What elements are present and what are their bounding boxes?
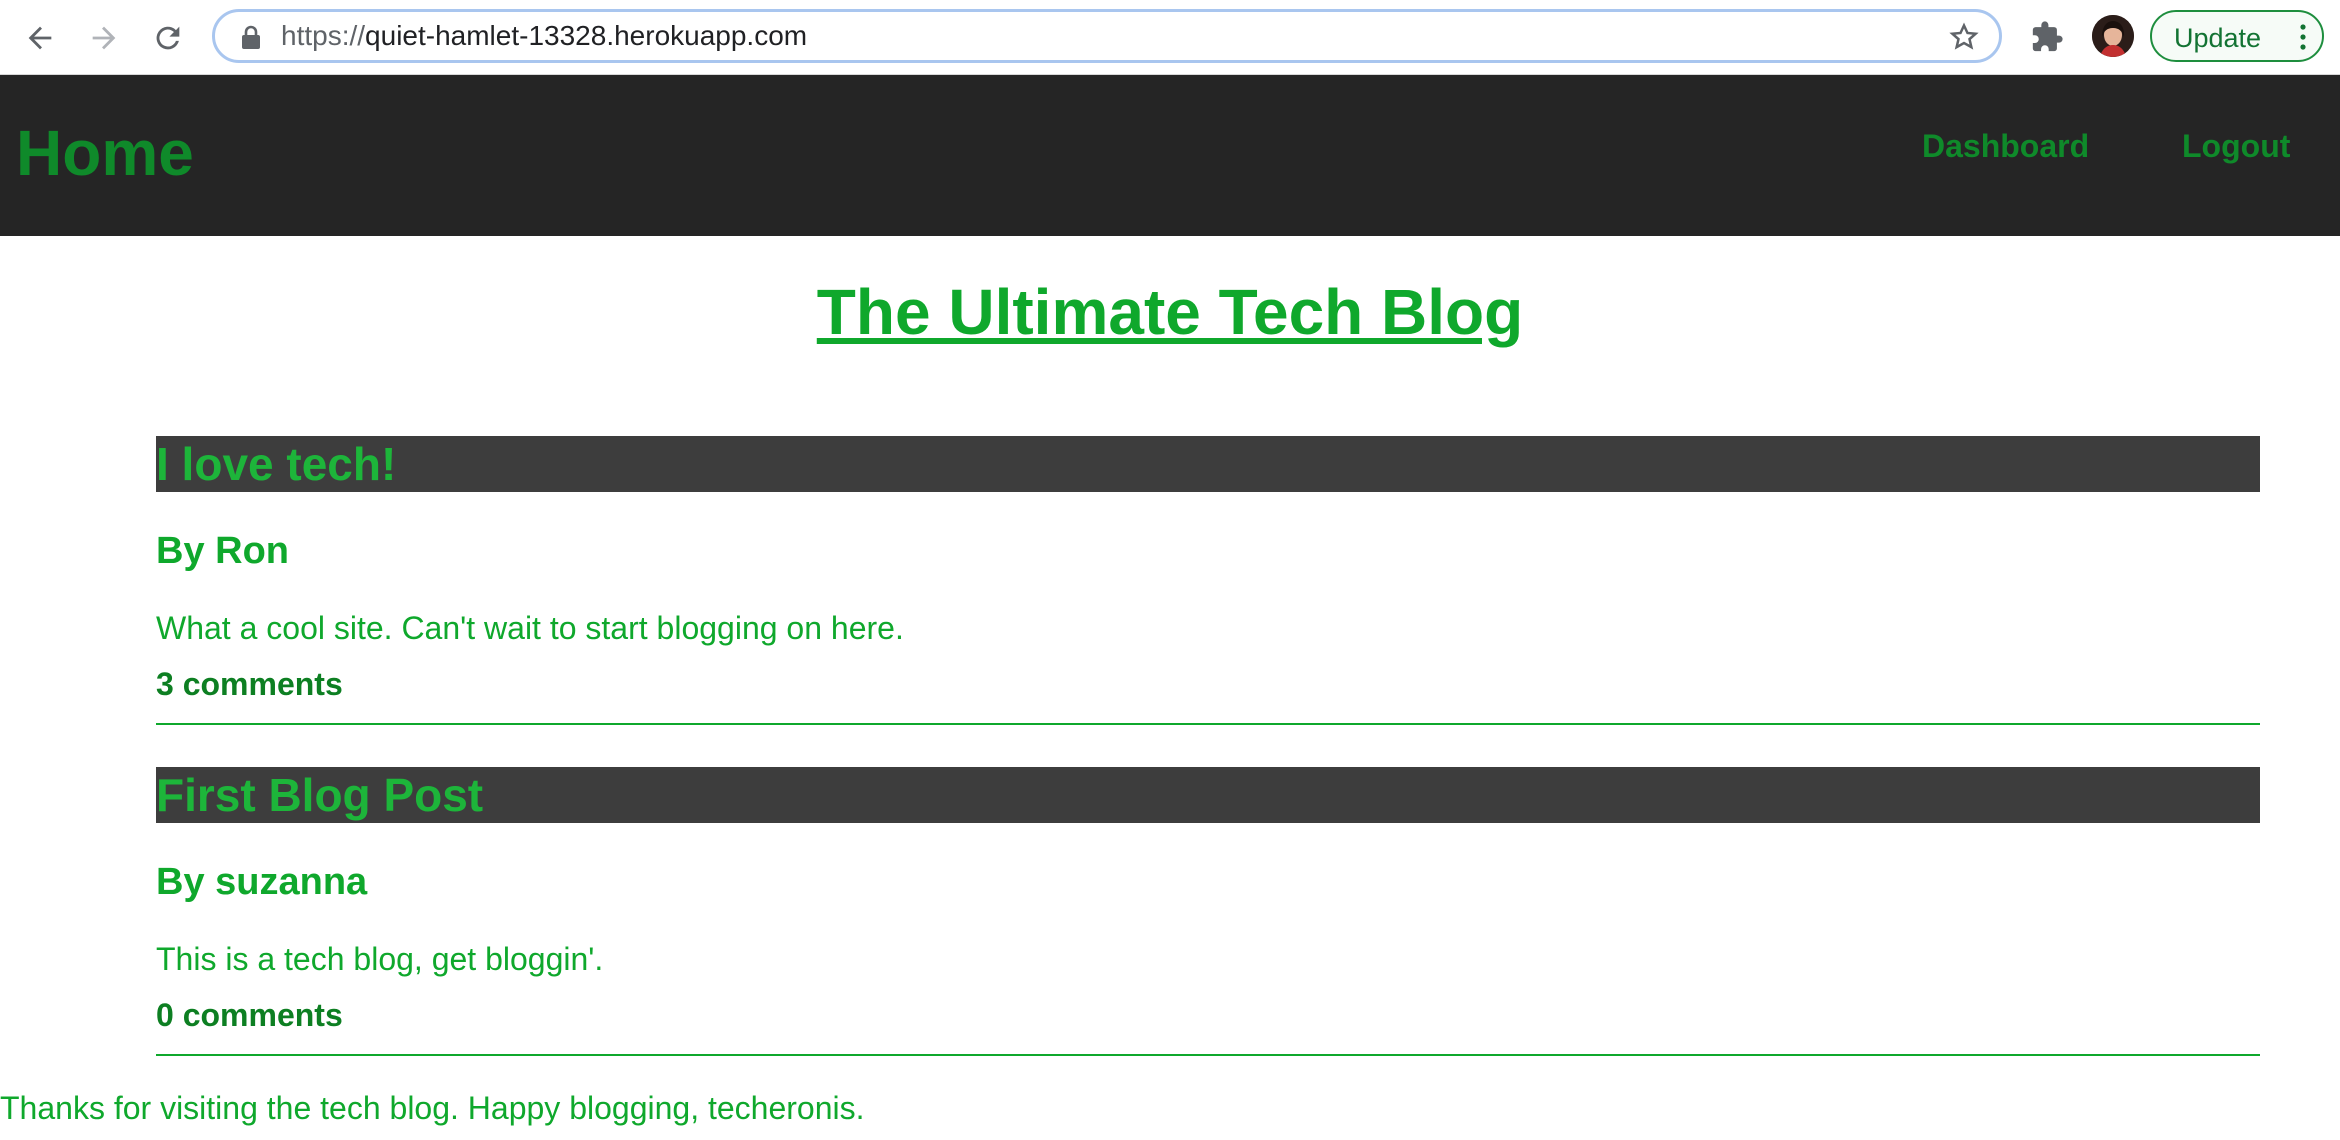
extensions-icon[interactable] (2030, 20, 2064, 54)
nav-logout-link[interactable]: Logout (2182, 126, 2290, 166)
forward-button[interactable] (80, 14, 128, 62)
profile-avatar[interactable] (2092, 15, 2134, 57)
star-icon[interactable] (1949, 22, 1979, 52)
reload-icon (156, 26, 180, 50)
lock-icon (242, 25, 260, 49)
post-body: What a cool site. Can't wait to start bl… (156, 610, 904, 646)
post-comments-link[interactable]: 3 comments (156, 664, 343, 704)
page-title: The Ultimate Tech Blog (816, 276, 1524, 348)
url-host: quiet-hamlet-13328.herokuapp.com (365, 20, 808, 51)
post-divider (156, 723, 2260, 725)
post-author: By Ron (156, 530, 289, 572)
menu-dots-icon (2300, 24, 2306, 50)
update-label: Update (2174, 23, 2262, 53)
nav-dashboard-link[interactable]: Dashboard (1922, 126, 2089, 166)
browser-toolbar: https://quiet-hamlet-13328.herokuapp.com… (0, 0, 2340, 75)
post-divider (156, 1054, 2260, 1056)
post-body: This is a tech blog, get bloggin'. (156, 941, 604, 977)
post-title[interactable]: First Blog Post (156, 769, 483, 821)
post-author: By suzanna (156, 861, 368, 903)
avatar-image (2092, 15, 2134, 57)
back-arrow-icon (28, 26, 52, 50)
site-header: Home Dashboard Logout (0, 75, 2340, 236)
forward-arrow-icon (92, 26, 116, 50)
update-button[interactable]: Update (2150, 10, 2324, 62)
url-text[interactable]: https://quiet-hamlet-13328.herokuapp.com (281, 20, 807, 52)
post-title-bar (156, 436, 2260, 492)
post-title[interactable]: I love tech! (156, 438, 396, 490)
url-scheme: https:// (281, 20, 366, 51)
footer-text: Thanks for visiting the tech blog. Happy… (0, 1090, 865, 1126)
back-button[interactable] (16, 14, 64, 62)
home-link[interactable]: Home (16, 115, 194, 191)
reload-button[interactable] (144, 14, 192, 62)
post-comments-link[interactable]: 0 comments (156, 995, 343, 1035)
address-bar[interactable]: https://quiet-hamlet-13328.herokuapp.com (212, 9, 2002, 63)
